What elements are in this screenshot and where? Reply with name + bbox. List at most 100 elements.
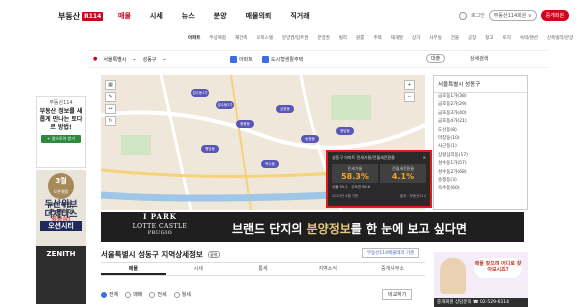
subnav-item[interactable]: 오피스텔 — [256, 35, 273, 41]
subnav-item[interactable]: 숙박/펜션 — [520, 35, 538, 41]
map-cluster[interactable]: 옥수동 — [261, 160, 279, 168]
map-cluster[interactable]: 송정동 — [301, 135, 319, 143]
brand-logo: LOTTE CASTLE — [132, 223, 188, 230]
tab-news[interactable]: 지역소식 — [295, 263, 360, 275]
map-refresh-button[interactable]: ↻ — [105, 116, 116, 126]
detail-search-button[interactable]: 상세검색 — [470, 55, 488, 62]
ad-download-button[interactable]: + 앱스토어 받기 — [41, 135, 81, 143]
region-item[interactable]: 마장동(10) — [434, 135, 527, 143]
checkbox-icon — [262, 56, 269, 63]
subnav-item[interactable]: 재건축 — [235, 35, 247, 41]
agent-ad[interactable]: 매물 찾으려 어디로 찾아보시죠? 중개회원 상담문의 ☎ 02-529-611… — [434, 252, 528, 307]
nav-item-request[interactable]: 매물의뢰 — [246, 11, 272, 21]
banner-text: 브랜드 단지의 분양정보를 한 눈에 보고 싶다면 — [232, 222, 467, 236]
region-item[interactable]: 사근동(1) — [434, 143, 527, 151]
popup-source: 출처 : 부동산114 — [399, 194, 426, 198]
subnav-item[interactable]: 신축빌라/분양 — [547, 35, 573, 41]
tab-price[interactable]: 시세 — [166, 263, 231, 275]
nav-item-price[interactable]: 시세 — [150, 11, 163, 21]
app-ad[interactable]: 부동산114 부동산 정보를 새롭게 만나는 토다르 방법! + 앱스토어 받기 — [36, 96, 86, 168]
close-icon[interactable]: ✕ — [423, 155, 426, 161]
ad-line: 더제니스 — [44, 210, 78, 220]
map-cluster[interactable]: 용답동 — [336, 127, 354, 135]
map-draw-button[interactable]: ✎ — [105, 92, 116, 102]
map-cluster[interactable]: 성수동2가 — [216, 101, 234, 109]
deal-type-radios: 전체 매매 전세 월세 — [101, 291, 191, 298]
map-distance-button[interactable]: ↔ — [105, 104, 116, 114]
map-cluster[interactable]: 성수동1가 — [191, 89, 209, 97]
jeonse-ratio-cell: 전세가율 58.3% — [332, 164, 378, 183]
popup-date: 2023년 4월 기준 — [332, 194, 359, 198]
map-cluster[interactable]: 금호동 — [276, 105, 294, 113]
popup-title: 성동구 아파트 전세가율/전월세전환율 — [332, 155, 395, 160]
location-selector[interactable]: ● 서울특별시 ⌄ 성동구 ⌄ — [93, 56, 167, 63]
conversion-rate-cell: 전월세전환율 4.1% — [380, 164, 426, 183]
zoom-in-button[interactable]: + — [404, 80, 415, 90]
radio-jeonse[interactable]: 전세 — [149, 291, 167, 298]
nav-item-direct[interactable]: 직거래 — [290, 11, 309, 21]
region-item[interactable]: 송정동(3) — [434, 177, 527, 185]
map-cluster[interactable]: 행당동 — [201, 145, 219, 153]
radio-all[interactable]: 전체 — [101, 291, 118, 298]
subnav-item[interactable]: 건물 — [451, 35, 459, 41]
region-item[interactable]: 성수동1가(57) — [434, 160, 527, 168]
login-link[interactable]: 로그인 — [471, 12, 485, 19]
agent-link[interactable]: 중개회원 — [540, 10, 569, 21]
subnav-item[interactable]: 창고 — [485, 35, 493, 41]
map-cluster[interactable]: 응봉동 — [236, 120, 254, 128]
subnav-item[interactable]: 빌라 — [339, 35, 347, 41]
region-item[interactable]: 도선동(8) — [434, 127, 527, 135]
logo-text: 부동산 — [58, 12, 81, 21]
subnav-item[interactable]: 재개발 — [391, 35, 403, 41]
subnav-item[interactable]: 주택 — [373, 35, 381, 41]
subnav-item[interactable]: 분양권 — [317, 35, 329, 41]
region-item[interactable]: 금호동4가(21) — [434, 118, 527, 126]
region-item[interactable]: 금호동3가(40) — [434, 110, 527, 118]
urban-housing-checkbox[interactable]: 도시형생활주택 — [262, 56, 303, 63]
subnav-item[interactable]: 분양권/입주권 — [282, 35, 308, 41]
region-list: 서울특별시 성동구 금호동1가(38) 금호동2가(29) 금호동3가(40) … — [433, 75, 528, 210]
subnav-item[interactable]: 토지 — [503, 35, 511, 41]
region-item[interactable]: 금호동2가(29) — [434, 101, 527, 109]
person-image — [440, 258, 466, 294]
subnav-item[interactable]: 사무실 — [429, 35, 441, 41]
region-item[interactable]: 금호동1가(38) — [434, 93, 527, 101]
tab-agencies[interactable]: 중개사무소 — [360, 263, 425, 275]
subnav-item[interactable]: 원룸 — [356, 35, 364, 41]
nav-item-presale[interactable]: 분양 — [214, 11, 227, 21]
member-link[interactable]: 부동산114회원 ∨ — [488, 10, 537, 21]
share-button[interactable]: 공유 — [207, 251, 220, 258]
loan-button[interactable]: 대출 — [426, 54, 446, 63]
apartment-checkbox[interactable]: 아파트 — [230, 56, 253, 63]
criteria-link[interactable]: 부동산114매물테리 기준 — [362, 248, 420, 258]
checkbox-icon — [230, 56, 237, 63]
ad-speech-bubble: 매물 찾으려 어디로 찾아보시죠? — [474, 258, 522, 278]
location-district[interactable]: 성동구 — [143, 56, 157, 63]
compare-button[interactable]: 비교하기 — [382, 289, 413, 300]
radio-monthly[interactable]: 월세 — [173, 291, 191, 298]
site-logo[interactable]: 부동산 R114 — [58, 11, 104, 22]
logo-badge: R114 — [82, 12, 104, 21]
ad-contact-bar: 중개회원 상담문의 ☎ 02-529-6114 — [434, 298, 528, 307]
map-layer-button[interactable]: ▦ — [105, 80, 116, 90]
tab-listing[interactable]: 매물 — [101, 263, 166, 275]
location-city[interactable]: 서울특별시 — [103, 56, 126, 63]
tab-stats[interactable]: 통계 — [231, 263, 296, 275]
ad-date-badge: 3월 오픈예정 — [48, 173, 74, 199]
region-item[interactable]: 성수동2가(68) — [434, 169, 527, 177]
zoom-out-button[interactable]: − — [404, 92, 415, 102]
zenith-ad[interactable]: ZENITH — [36, 246, 86, 304]
ad-text: 부동산 정보를 새롭게 만나는 토다르 방법! — [39, 108, 83, 131]
region-item[interactable]: 상왕십리동(17) — [434, 152, 527, 160]
subnav-item[interactable]: 주상복합 — [209, 35, 226, 41]
ad-logo: 부동산114 — [49, 100, 73, 106]
nav-item-news[interactable]: 뉴스 — [182, 11, 195, 21]
nav-item-sale[interactable]: 매물 — [118, 11, 131, 21]
region-item[interactable]: 옥수동(60) — [434, 185, 527, 193]
info-tabs: 매물 시세 통계 지역소식 중개사무소 — [101, 262, 425, 276]
ad-tag: 오션시티 — [40, 221, 82, 231]
radio-sale[interactable]: 매매 — [125, 291, 142, 298]
subnav-item[interactable]: 공장 — [468, 35, 476, 41]
subnav-item[interactable]: 상가 — [412, 35, 420, 41]
subnav-item[interactable]: 아파트 — [188, 35, 200, 41]
